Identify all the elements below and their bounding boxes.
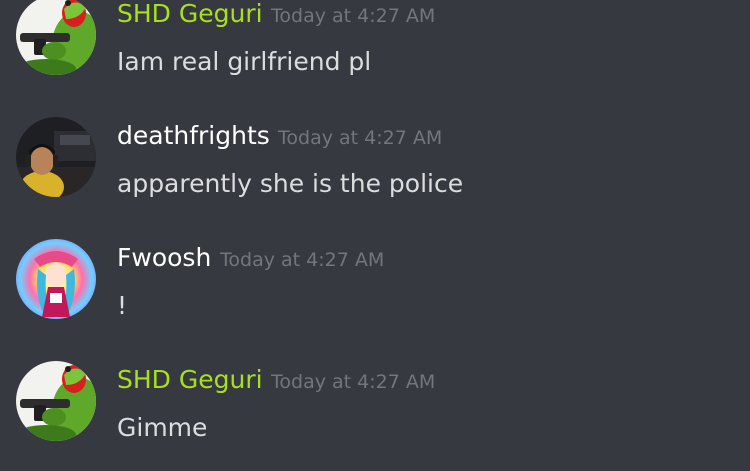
message-author[interactable]: deathfrights bbox=[117, 121, 270, 151]
anime-character-avatar-image bbox=[16, 239, 96, 319]
message-timestamp: Today at 4:27 AM bbox=[220, 249, 385, 271]
message-content: apparently she is the police bbox=[117, 169, 464, 198]
chat-message: SHD Geguri Today at 4:27 AM Gimme bbox=[0, 361, 750, 471]
message-content: Gimme bbox=[117, 413, 208, 442]
message-timestamp: Today at 4:27 AM bbox=[271, 371, 436, 393]
message-content: ! bbox=[117, 291, 128, 320]
message-content: Iam real girlfriend pl bbox=[117, 47, 372, 76]
chat-message: Fwoosh Today at 4:27 AM ! bbox=[0, 239, 750, 349]
chat-message: deathfrights Today at 4:27 AM apparently… bbox=[0, 117, 750, 227]
frog-avatar-image bbox=[16, 361, 96, 441]
message-author[interactable]: SHD Geguri bbox=[117, 365, 263, 395]
streamer-photo-avatar-image bbox=[16, 117, 96, 197]
frog-avatar[interactable] bbox=[16, 361, 96, 441]
chat-message: SHD Geguri Today at 4:27 AM Iam real gir… bbox=[0, 0, 750, 105]
message-author[interactable]: SHD Geguri bbox=[117, 0, 263, 29]
anime-character-avatar[interactable] bbox=[16, 239, 96, 319]
frog-avatar[interactable] bbox=[16, 0, 96, 75]
message-timestamp: Today at 4:27 AM bbox=[278, 127, 443, 149]
chat-message-list: SHD Geguri Today at 4:27 AM Iam real gir… bbox=[0, 0, 750, 450]
streamer-photo-avatar[interactable] bbox=[16, 117, 96, 197]
message-author[interactable]: Fwoosh bbox=[117, 243, 211, 273]
message-timestamp: Today at 4:27 AM bbox=[271, 5, 436, 27]
frog-avatar-image bbox=[16, 0, 96, 75]
